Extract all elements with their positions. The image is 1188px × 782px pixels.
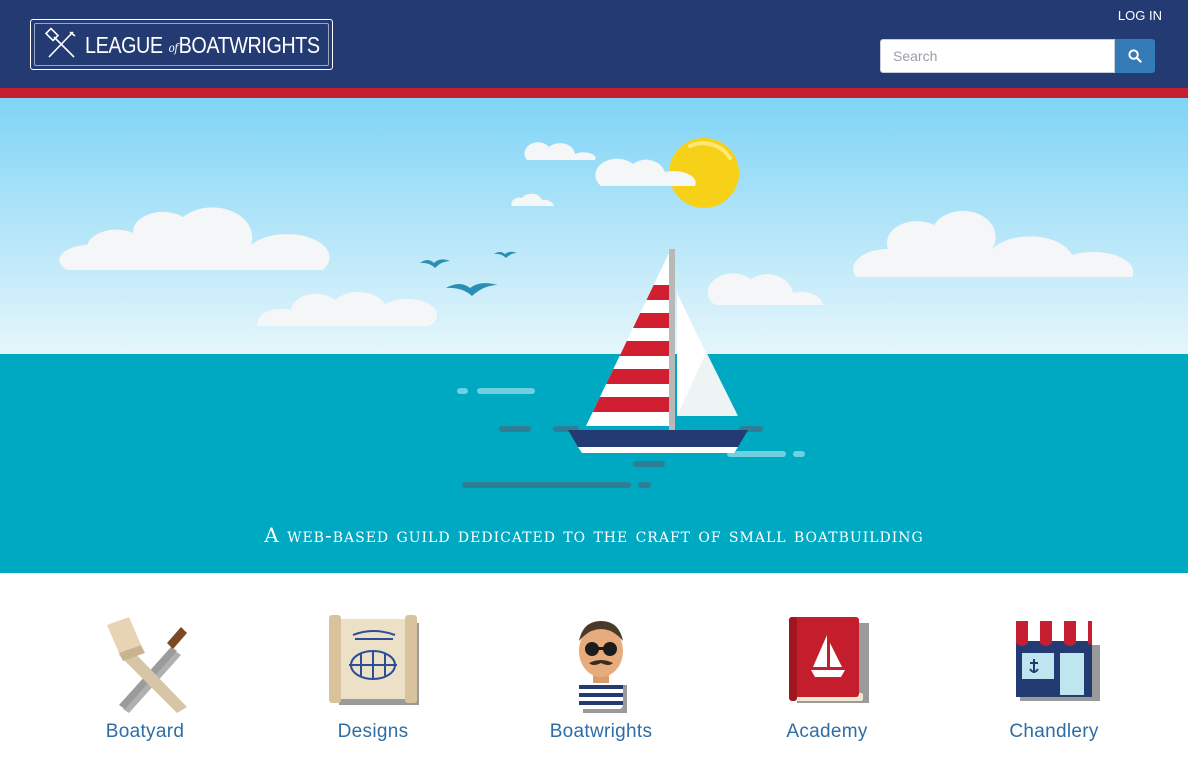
logo-text: LEAGUE ofBOATWRIGHTS	[85, 33, 320, 61]
logo-brand-2: BOATWRIGHTS	[178, 32, 320, 58]
mallet-chisel-icon	[107, 617, 187, 713]
search-input[interactable]	[880, 39, 1115, 73]
search-icon	[1128, 49, 1142, 63]
sailboat-scene-illustration	[0, 98, 1188, 573]
sailor-icon	[579, 621, 627, 713]
hero-banner: A web-based guild dedicated to the craft…	[0, 98, 1188, 573]
site-header: LEAGUE ofBOATWRIGHTS LOG IN	[0, 0, 1188, 88]
nav-label-boatwrights: Boatwrights	[549, 721, 653, 742]
nav-label-boatyard: Boatyard	[105, 721, 185, 742]
blueprint-scroll-icon	[329, 615, 419, 705]
nav-item-boatyard[interactable]: Boatyard	[55, 613, 235, 743]
shop-icon	[1016, 621, 1100, 701]
login-link[interactable]: LOG IN	[1118, 8, 1162, 23]
nav-item-academy[interactable]: Academy	[737, 613, 917, 743]
nav-item-chandlery[interactable]: Chandlery	[964, 613, 1144, 743]
logo-connector: of	[168, 41, 179, 55]
nav-item-boatwrights[interactable]: Boatwrights	[511, 613, 691, 743]
search-form	[880, 39, 1155, 73]
nav-label-designs: Designs	[337, 721, 409, 742]
search-button[interactable]	[1115, 39, 1155, 73]
header-accent-bar	[0, 88, 1188, 98]
nav-item-designs[interactable]: Designs	[283, 613, 463, 743]
hero-tagline: A web-based guild dedicated to the craft…	[264, 523, 924, 547]
nav-label-chandlery: Chandlery	[1009, 721, 1099, 742]
logo-brand: LEAGUE	[85, 32, 163, 58]
mallet-chisel-logo-icon	[44, 27, 76, 58]
nav-label-academy: Academy	[786, 721, 868, 742]
section-navigation: Boatyard Designs Boatwrights Academy Cha…	[0, 573, 1188, 782]
site-logo[interactable]: LEAGUE ofBOATWRIGHTS	[30, 19, 333, 70]
book-icon	[789, 617, 869, 703]
